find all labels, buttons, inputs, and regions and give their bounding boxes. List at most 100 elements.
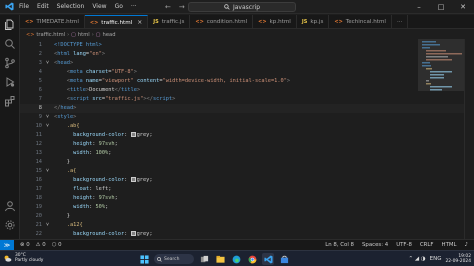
vertical-scrollbar[interactable] [464,39,474,239]
taskbar-search[interactable]: Search [154,254,194,264]
close-window-button[interactable]: ✕ [452,0,474,14]
code-token: head [60,105,74,111]
tab-5[interactable]: JS kp.js [297,15,330,28]
menu-item-view[interactable]: View [92,0,106,14]
fold-chevron-icon[interactable]: ˅ [46,122,49,131]
cursor-position[interactable]: Ln 8, Col 8 [325,242,354,248]
code-line[interactable]: 2 <html lang="en"> [20,50,474,59]
code-token: ; [114,141,118,147]
extensions-icon[interactable] [4,95,16,107]
code-token: background-color [73,132,125,138]
tab-2[interactable]: JS traffic.js [148,15,191,28]
code-line[interactable]: 13 width: 100%; [20,149,474,158]
account-icon[interactable] [4,200,16,212]
tray-icons[interactable]: ⌃ ◢ ◑ [408,256,425,262]
fold-chevron-icon[interactable]: ˅ [46,221,49,230]
code-line[interactable]: 11 background-color: grey; [20,131,474,140]
taskbar-app-chrome[interactable] [246,253,258,265]
errors-count[interactable]: ⊗ 0 [20,242,30,248]
task-view-button[interactable] [198,253,210,265]
settings-gear-icon[interactable] [4,219,16,231]
html-file-icon: <> [334,19,343,25]
breadcrumb-head[interactable]: head [103,32,116,38]
code-line[interactable]: 1 <!DOCTYPE html> [20,41,474,50]
notifications-bell-icon[interactable]: ♪ [465,242,468,248]
menu-item-selection[interactable]: Selection [57,0,85,14]
line-number: 10 [35,123,42,129]
fold-chevron-icon[interactable]: ˅ [46,113,49,122]
line-number: 17 [35,186,42,192]
code-line[interactable]: 14 } [20,158,474,167]
breadcrumb-html[interactable]: html [78,32,90,38]
code-line[interactable]: 20 } [20,212,474,221]
code-text: background-color: grey; [54,176,153,185]
code-line[interactable]: 19 width: 50%; [20,203,474,212]
menu-item-edit[interactable]: Edit [37,0,49,14]
maximize-button[interactable]: □ [430,0,452,14]
explorer-files-icon[interactable] [4,19,16,31]
code-line[interactable]: 8 </head> [20,104,474,113]
fold-chevron-icon[interactable]: ˅ [46,167,49,176]
close-tab-icon[interactable]: × [137,19,142,26]
clock[interactable]: 19:02 22-09-2024 [445,254,471,265]
code-line[interactable]: 9 ˅ <style> [20,113,474,122]
taskbar-app-files[interactable] [214,253,226,265]
code-line[interactable]: 5 <meta name="viewport" content="width=d… [20,77,474,86]
code-line[interactable]: 3 ˅ <head> [20,59,474,68]
code-line[interactable]: 15 ˅ .a{ [20,167,474,176]
menu-item-more[interactable]: ··· [131,0,137,14]
tab-3[interactable]: <> condition.html [190,15,254,28]
minimap[interactable] [418,39,464,239]
code-editor[interactable]: 1 <!DOCTYPE html> 2 <html lang="en"> 3 ˅ <head… [20,39,474,239]
fold-chevron-icon[interactable]: ˅ [46,59,49,68]
indentation[interactable]: Spaces: 4 [362,242,388,248]
color-swatch-icon[interactable] [130,132,136,137]
tab-1[interactable]: <> traffic.html × [84,15,149,28]
taskbar-app-store[interactable] [278,253,290,265]
code-line[interactable]: 12 height: 97svh; [20,140,474,149]
element-icon: ▢ [95,31,101,38]
line-number: 19 [35,204,42,210]
menu-item-file[interactable]: File [19,0,29,14]
warnings-count[interactable]: ⚠ 0 [36,242,46,248]
code-line[interactable]: 22 background-color: grey; [20,230,474,239]
remote-indicator-icon[interactable]: ≫ [0,240,14,250]
code-line[interactable]: 6 <title>Document</title> [20,86,474,95]
tab-0[interactable]: <> TIMEDATE.html [20,15,85,28]
back-arrow-icon[interactable]: ← [165,3,171,11]
color-swatch-icon[interactable] [130,231,136,236]
code-line[interactable]: 17 float: left; [20,185,474,194]
source-control-icon[interactable] [4,57,16,69]
language-indicator[interactable]: ENG [430,256,442,262]
code-line[interactable]: 18 height: 97svh; [20,194,474,203]
tab-7[interactable]: ··· [392,15,409,28]
language-mode[interactable]: HTML [442,242,457,248]
line-number: 9 [38,114,42,120]
menu-item-go[interactable]: Go [115,0,123,14]
code-line[interactable]: 21 ˅ .a12{ [20,221,474,230]
minimize-button[interactable]: – [408,0,430,14]
code-text: <meta charset="UTF-8"> [54,68,137,77]
start-button[interactable] [138,253,150,265]
color-swatch-icon[interactable] [130,177,136,182]
command-center-search[interactable]: Javascrip [188,2,296,12]
weather-widget[interactable]: 30°C Partly cloudy [3,253,43,263]
code-line[interactable]: 4 <meta charset="UTF-8"> [20,68,474,77]
line-number: 22 [35,231,42,237]
taskbar-app-vscode[interactable] [262,253,274,265]
taskbar-app-edge[interactable] [230,253,242,265]
code-line[interactable]: 7 <script src="traffic.js"></script> [20,95,474,104]
code-line[interactable]: 10 ˅ .ab{ [20,122,474,131]
code-line[interactable]: 16 background-color: grey; [20,176,474,185]
forward-arrow-icon[interactable]: → [179,3,185,11]
encoding[interactable]: UTF-8 [396,242,412,248]
vscode-icon [263,254,273,264]
tab-6[interactable]: <> Techincal.html [329,15,392,28]
breadcrumb-file[interactable]: traffic.html [36,32,65,38]
ports-count[interactable]: ⬡ 0 [52,242,62,248]
search-icon[interactable] [4,38,16,50]
tab-4[interactable]: <> kp.html [253,15,297,28]
end-of-line[interactable]: CRLF [420,242,434,248]
run-debug-icon[interactable] [4,76,16,88]
